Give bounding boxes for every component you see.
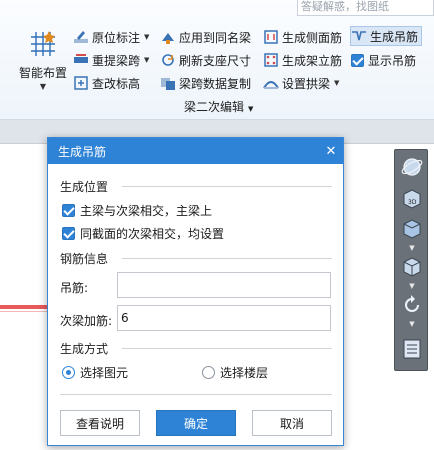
- erection-rebar-icon: [264, 53, 278, 67]
- in-place-annotation-icon: [74, 31, 88, 43]
- rotate-button[interactable]: [398, 292, 426, 318]
- check-elevation-label: 查改标高: [92, 76, 141, 91]
- chevron-down-icon[interactable]: ▼: [395, 320, 429, 328]
- chevron-down-icon: ▼: [39, 82, 47, 91]
- search-input[interactable]: 答疑解惑，找图纸: [297, 0, 434, 16]
- re-extract-span-button[interactable]: 重提梁跨 ▼: [73, 50, 149, 70]
- re-extract-span-icon: [74, 54, 88, 63]
- smart-layout-icon: [31, 31, 55, 56]
- checkbox-icon[interactable]: [351, 53, 364, 67]
- refresh-support-icon: [162, 54, 174, 66]
- radio-icon[interactable]: [202, 366, 215, 379]
- show-hanger-rebar-toggle[interactable]: 显示吊筋: [351, 50, 416, 70]
- hanger-rebar-label: 生成吊筋: [370, 29, 419, 44]
- copy-span-data-label: 梁跨数据复制: [179, 76, 252, 91]
- side-rebar-button[interactable]: 生成侧面筋: [263, 27, 342, 47]
- arch-beam-label: 设置拱梁: [282, 76, 331, 91]
- section-title-position: 生成位置: [60, 180, 109, 194]
- radio-select-element[interactable]: 选择图元: [62, 364, 128, 381]
- check-main-secondary-label: 主梁与次梁相交，主梁上: [80, 204, 213, 218]
- extra-rebar-field-label: 次梁加筋:: [60, 314, 113, 328]
- cube-icon: [403, 257, 421, 277]
- help-button[interactable]: 查看说明: [60, 410, 140, 436]
- copy-span-data-icon: [161, 78, 175, 90]
- hanger-input[interactable]: [117, 272, 331, 298]
- orbit-view-button[interactable]: [398, 154, 426, 180]
- apply-same-name-label: 应用到同名梁: [179, 30, 252, 45]
- check-elevation-icon: [74, 76, 88, 90]
- chevron-down-icon[interactable]: ▼: [395, 244, 429, 252]
- section-title-method: 生成方式: [60, 342, 109, 356]
- side-rebar-icon: [264, 30, 278, 44]
- check-same-section[interactable]: 同截面的次梁相交，均设置: [62, 225, 224, 242]
- checkbox-icon[interactable]: [62, 227, 75, 240]
- refresh-support-button[interactable]: 刷新支座尺寸: [160, 50, 251, 70]
- smart-layout-label: 智能布置: [18, 66, 67, 80]
- divider: [122, 348, 332, 349]
- display-settings-icon: [403, 339, 421, 359]
- globe-icon: [401, 158, 423, 176]
- checkbox-icon[interactable]: [62, 204, 75, 217]
- cancel-button[interactable]: 取消: [252, 410, 332, 436]
- divider: [122, 258, 332, 259]
- section-title-rebar: 钢筋信息: [60, 252, 109, 266]
- refresh-support-label: 刷新支座尺寸: [179, 53, 252, 68]
- check-elevation-button[interactable]: 查改标高: [73, 73, 140, 93]
- view-cube-button[interactable]: [398, 254, 426, 280]
- display-settings-button[interactable]: [398, 336, 426, 362]
- hanger-rebar-button[interactable]: 生成吊筋: [350, 26, 423, 46]
- cube-top-icon: [403, 219, 421, 239]
- view-toolbar: 3D ▼ ▼ ▼: [394, 149, 428, 371]
- dialog-titlebar[interactable]: 生成吊筋 ✕: [48, 138, 343, 164]
- check-main-secondary[interactable]: 主梁与次梁相交，主梁上: [62, 202, 212, 219]
- close-icon[interactable]: ✕: [319, 144, 343, 159]
- chevron-down-icon: ▼: [334, 79, 340, 87]
- apply-same-name-icon: [162, 33, 174, 44]
- hanger-field-label: 吊筋:: [60, 281, 89, 295]
- divider: [60, 394, 332, 395]
- radio-select-floor-label: 选择楼层: [220, 366, 269, 380]
- radio-select-floor[interactable]: 选择楼层: [202, 364, 268, 381]
- erection-rebar-button[interactable]: 生成架立筋: [263, 50, 342, 70]
- copy-span-data-button[interactable]: 梁跨数据复制: [160, 73, 251, 93]
- beam-line: [0, 305, 48, 309]
- arch-beam-icon: [263, 81, 279, 89]
- in-place-annotation-button[interactable]: 原位标注 ▼: [73, 27, 149, 47]
- show-hanger-rebar-label: 显示吊筋: [368, 53, 417, 68]
- hanger-rebar-icon: [352, 31, 366, 41]
- arch-beam-button[interactable]: 设置拱梁 ▼: [263, 73, 339, 93]
- divider: [122, 186, 332, 187]
- ok-button[interactable]: 确定: [156, 410, 236, 436]
- svg-text:3D: 3D: [408, 199, 417, 206]
- beam-line-shadow: [0, 311, 48, 312]
- side-rebar-label: 生成侧面筋: [282, 30, 343, 45]
- in-place-annotation-label: 原位标注: [92, 30, 141, 45]
- apply-same-name-button[interactable]: 应用到同名梁: [160, 27, 251, 47]
- chevron-down-icon: ▼: [248, 105, 254, 113]
- extra-rebar-input[interactable]: 6: [117, 305, 331, 331]
- group-label-beam-edit[interactable]: 梁二次编辑 ▼: [184, 98, 253, 115]
- chevron-down-icon: ▼: [144, 56, 150, 64]
- dialog-title: 生成吊筋: [58, 144, 107, 159]
- hanger-rebar-dialog: 生成吊筋 ✕ 生成位置 主梁与次梁相交，主梁上 同截面的次梁相交，均设置 钢筋信…: [47, 137, 344, 446]
- rotate-icon: [405, 295, 419, 312]
- re-extract-span-label: 重提梁跨: [92, 53, 141, 68]
- group-label-text: 梁二次编辑: [184, 100, 245, 114]
- ribbon: 答疑解惑，找图纸 智能布置 ▼ 原位标注 ▼ 重提梁跨 ▼ 查改标高 应用到同名梁 …: [0, 0, 434, 120]
- check-same-section-label: 同截面的次梁相交，均设置: [80, 227, 225, 241]
- smart-layout-button[interactable]: 智能布置 ▼: [16, 24, 70, 96]
- chevron-down-icon: ▼: [144, 33, 150, 41]
- view-top-button[interactable]: [398, 216, 426, 242]
- cube-3d-icon: 3D: [403, 189, 421, 209]
- erection-rebar-label: 生成架立筋: [282, 53, 343, 68]
- chevron-down-icon[interactable]: ▼: [395, 282, 429, 290]
- radio-icon[interactable]: [62, 366, 75, 379]
- view-3d-button[interactable]: 3D: [398, 186, 426, 212]
- radio-select-element-label: 选择图元: [80, 366, 129, 380]
